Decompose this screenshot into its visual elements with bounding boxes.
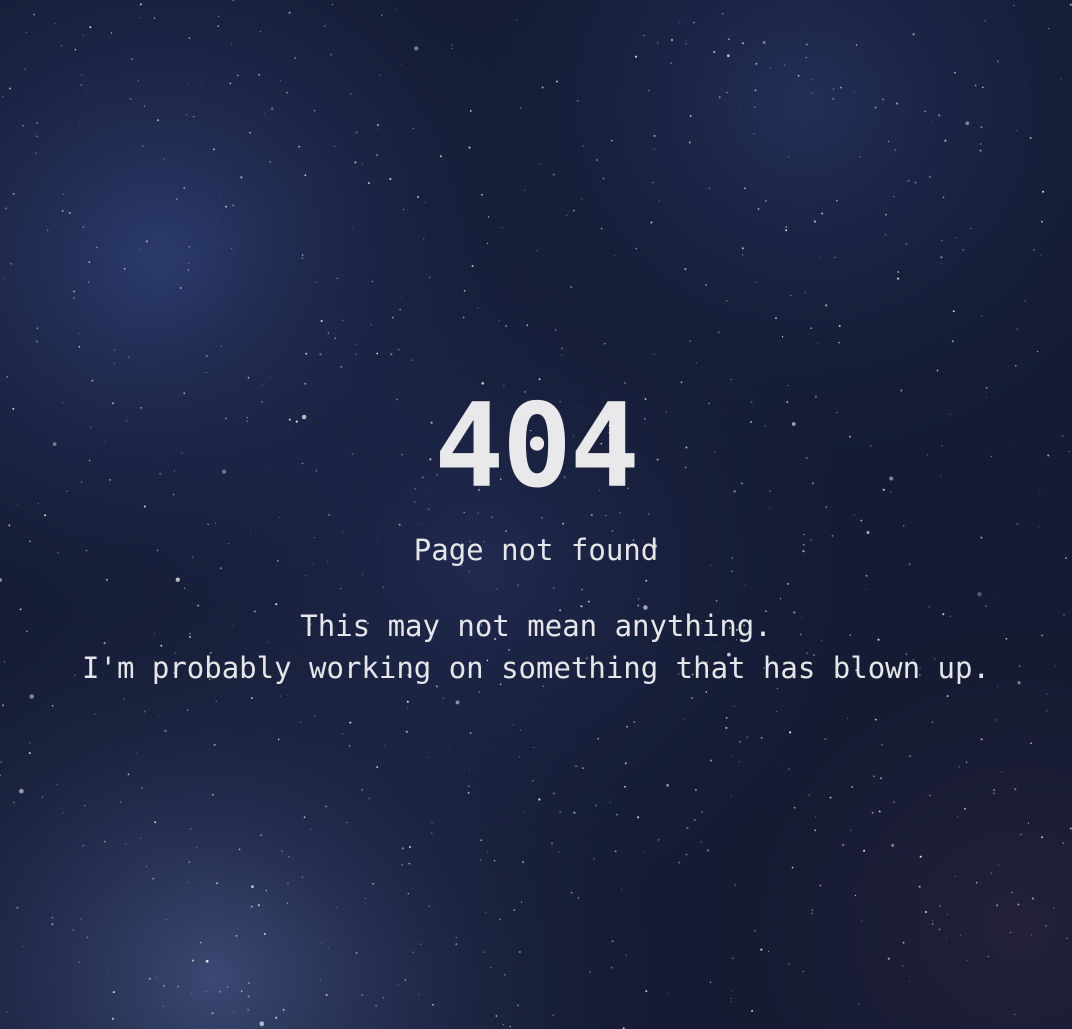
error-message-line: This may not mean anything. (300, 609, 772, 643)
error-title: Page not found (413, 533, 659, 567)
error-page: 404 Page not found This may not mean any… (0, 0, 1072, 1029)
error-code: 404 (434, 379, 640, 514)
error-message-line: I'm probably working on something that h… (82, 651, 990, 685)
error-message: This may not mean anything. I'm probably… (0, 605, 1072, 689)
